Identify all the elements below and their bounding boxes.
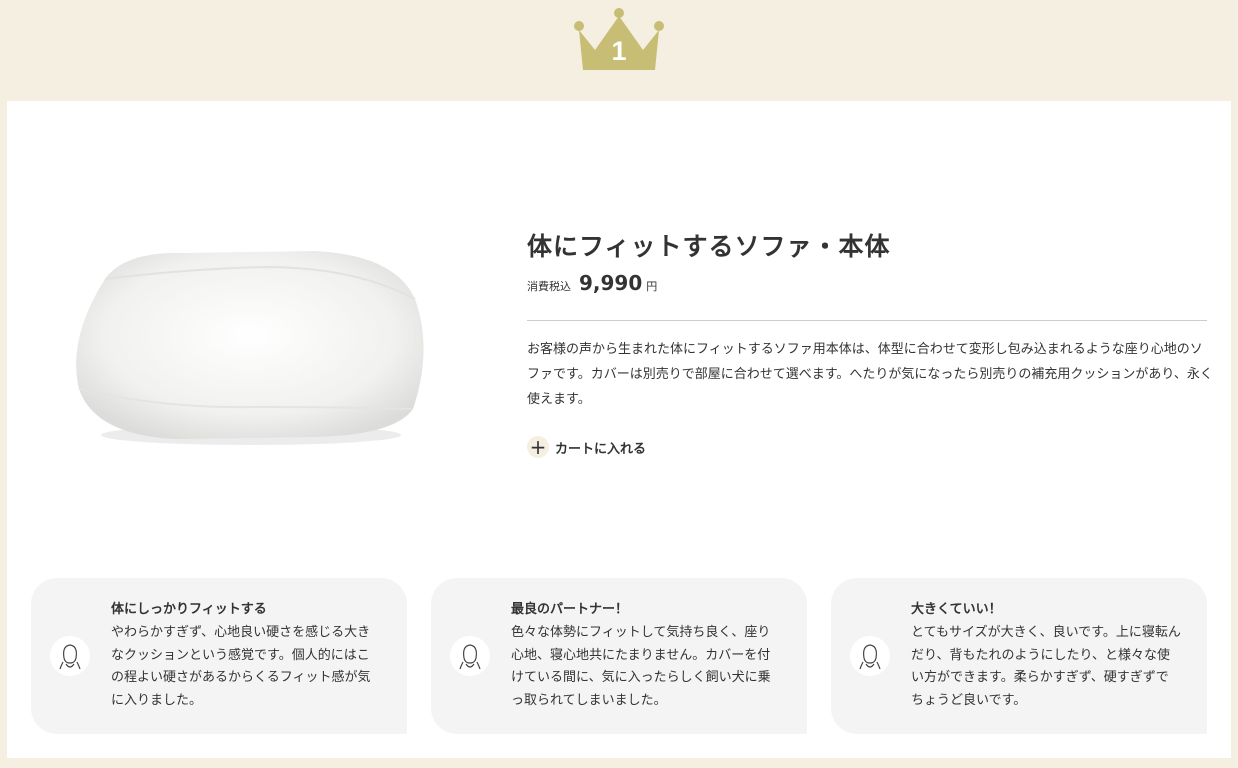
review-body: とてもサイズが大きく、良いです。上に寝転んだり、背もたれのようにしたり、と様々な… [911,625,1181,708]
user-avatar-icon [50,636,90,676]
rank-crown: 1 [573,6,665,72]
review-title: 大きくていい！ [911,602,1002,617]
review-body: 色々な体勢にフィットして気持ち良く、座り心地、寝心地共にたまりません。カバーを付… [511,625,771,708]
product-description: お客様の声から生まれた体にフィットするソファ用本体は、体型に合わせて変形し包み込… [527,342,1213,407]
plus-icon: + [527,436,549,458]
user-avatar-icon [450,636,490,676]
review-card: 最良のパートナー！ 色々な体勢にフィットして気持ち良く、座り心地、寝心地共にたま… [431,578,807,734]
user-avatar-icon [850,636,890,676]
currency-label: 円 [646,280,658,293]
product-card: 体にフィットするソファ・本体 消費税込 9,990 円 お客様の声から生まれた体… [7,101,1231,758]
add-to-cart-label: カートに入れる [555,441,647,457]
price-row: 消費税込 9,990 円 [527,271,657,295]
review-body: やわらかすぎず、心地良い硬さを感じる大きなクッションという感覚です。個人的にはこ… [111,625,371,708]
review-card: 体にしっかりフィットする やわらかすぎず、心地良い硬さを感じる大きなクッションと… [31,578,407,734]
rank-number: 1 [611,36,627,66]
price-value: 9,990 [579,271,643,295]
sofa-image[interactable] [65,239,437,449]
product-title: 体にフィットするソファ・本体 [527,232,891,261]
review-title: 体にしっかりフィットする [111,602,267,617]
review-title: 最良のパートナー！ [511,602,629,617]
add-to-cart-button[interactable]: + カートに入れる [527,436,646,458]
review-card: 大きくていい！ とてもサイズが大きく、良いです。上に寝転んだり、背もたれのように… [831,578,1207,734]
tax-label: 消費税込 [527,280,571,293]
divider [527,320,1207,321]
